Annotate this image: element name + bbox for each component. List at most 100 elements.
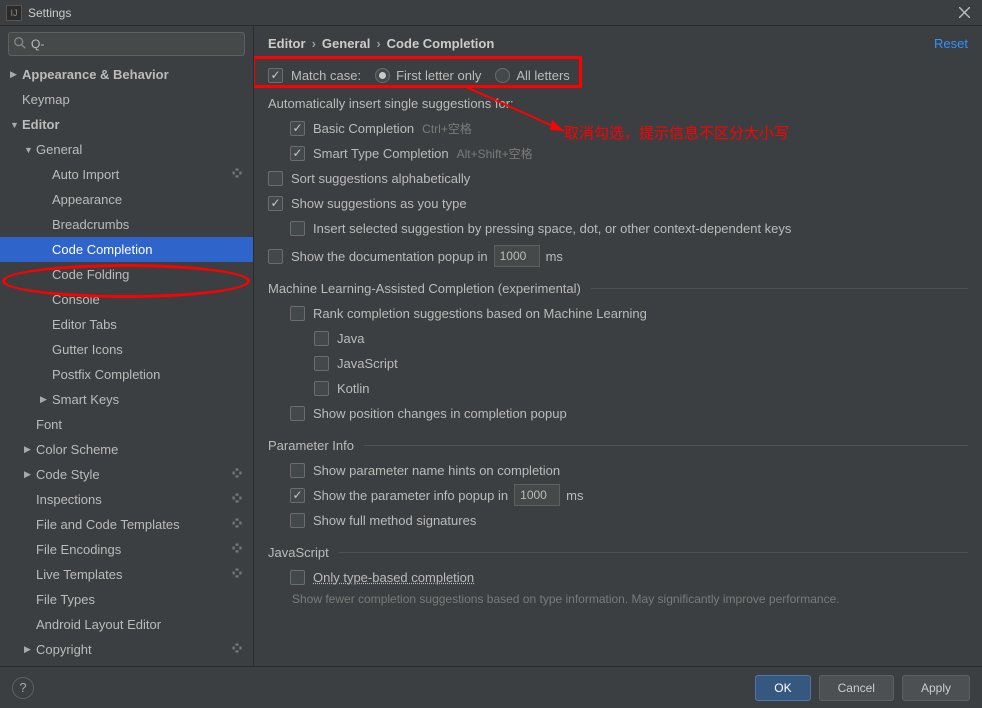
close-icon[interactable] — [952, 1, 976, 25]
title-bar: IJ Settings — [0, 0, 982, 26]
tree-item-file-encodings[interactable]: File Encodings — [0, 537, 253, 562]
settings-sidebar: ▶Appearance & BehaviorKeymap▼Editor▼Gene… — [0, 26, 254, 666]
param-popup-input[interactable] — [514, 484, 560, 506]
smart-completion-label: Smart Type Completion — [313, 146, 449, 161]
tree-item-breadcrumbs[interactable]: Breadcrumbs — [0, 212, 253, 237]
tree-item-smart-keys[interactable]: ▶Smart Keys — [0, 387, 253, 412]
param-popup-row: Show the parameter info popup in ms — [268, 484, 968, 506]
tree-item-postfix-completion[interactable]: Postfix Completion — [0, 362, 253, 387]
ml-kotlin-checkbox[interactable] — [314, 381, 329, 396]
tree-item-live-templates[interactable]: Live Templates — [0, 562, 253, 587]
tree-item-label: Appearance & Behavior — [22, 67, 253, 82]
settings-content: Editor › General › Code Completion Reset… — [254, 26, 982, 666]
tree-item-editor[interactable]: ▼Editor — [0, 112, 253, 137]
basic-completion-row: Basic Completion Ctrl+空格 — [268, 117, 968, 139]
tree-item-gutter-icons[interactable]: Gutter Icons — [0, 337, 253, 362]
doc-popup-input[interactable] — [494, 245, 540, 267]
tree-item-copyright[interactable]: ▶Copyright — [0, 637, 253, 662]
scope-icon — [231, 467, 243, 482]
scope-icon — [231, 517, 243, 532]
ok-button[interactable]: OK — [755, 675, 810, 701]
match-case-row: Match case: First letter only All letter… — [268, 64, 968, 86]
js-only-label: Only type-based completion — [313, 570, 474, 585]
tree-item-label: Code Style — [36, 467, 231, 482]
tree-item-editor-tabs[interactable]: Editor Tabs — [0, 312, 253, 337]
tree-arrow-icon: ▶ — [40, 394, 52, 405]
dialog-footer: ? OK Cancel Apply — [0, 666, 982, 708]
ml-section-label: Machine Learning-Assisted Completion (ex… — [268, 281, 581, 296]
tree-item-label: Gutter Icons — [52, 342, 253, 357]
tree-item-code-style[interactable]: ▶Code Style — [0, 462, 253, 487]
tree-item-font[interactable]: Font — [0, 412, 253, 437]
tree-arrow-icon: ▶ — [24, 644, 36, 655]
smart-completion-checkbox[interactable] — [290, 146, 305, 161]
ms-label: ms — [546, 249, 563, 264]
breadcrumb: Editor › General › Code Completion Reset — [268, 36, 968, 51]
sort-alpha-checkbox[interactable] — [268, 171, 283, 186]
param-hints-label: Show parameter name hints on completion — [313, 463, 560, 478]
tree-item-label: Postfix Completion — [52, 367, 253, 382]
tree-item-label: Copyright — [36, 642, 231, 657]
tree-item-label: Auto Import — [52, 167, 231, 182]
tree-item-label: Android Layout Editor — [36, 617, 253, 632]
tree-arrow-icon: ▼ — [10, 120, 22, 130]
tree-item-label: File Encodings — [36, 542, 231, 557]
tree-item-appearance[interactable]: Appearance — [0, 187, 253, 212]
apply-button[interactable]: Apply — [902, 675, 970, 701]
tree-item-android-layout-editor[interactable]: Android Layout Editor — [0, 612, 253, 637]
show-type-checkbox[interactable] — [268, 196, 283, 211]
tree-item-label: File and Code Templates — [36, 517, 231, 532]
ml-kotlin-row: Kotlin — [268, 377, 968, 399]
ml-java-checkbox[interactable] — [314, 331, 329, 346]
doc-popup-row: Show the documentation popup in ms — [268, 245, 968, 267]
tree-item-general[interactable]: ▼General — [0, 137, 253, 162]
first-letter-radio[interactable] — [375, 68, 390, 83]
scope-icon — [231, 167, 243, 182]
reset-link[interactable]: Reset — [934, 36, 968, 51]
js-only-checkbox[interactable] — [290, 570, 305, 585]
crumb-editor[interactable]: Editor — [268, 36, 306, 51]
param-hints-checkbox[interactable] — [290, 463, 305, 478]
js-section-label: JavaScript — [268, 545, 329, 560]
doc-popup-label: Show the documentation popup in — [291, 249, 488, 264]
first-letter-label: First letter only — [396, 68, 481, 83]
crumb-general[interactable]: General — [322, 36, 370, 51]
show-type-row: Show suggestions as you type — [268, 192, 968, 214]
settings-tree: ▶Appearance & BehaviorKeymap▼Editor▼Gene… — [0, 62, 253, 666]
search-box — [8, 32, 245, 56]
search-input[interactable] — [8, 32, 245, 56]
tree-item-console[interactable]: Console — [0, 287, 253, 312]
ml-section-header: Machine Learning-Assisted Completion (ex… — [268, 281, 968, 296]
ml-show-pos-label: Show position changes in completion popu… — [313, 406, 567, 421]
param-full-checkbox[interactable] — [290, 513, 305, 528]
js-only-desc: Show fewer completion suggestions based … — [268, 591, 968, 608]
insert-space-label: Insert selected suggestion by pressing s… — [313, 221, 791, 236]
tree-item-file-and-code-templates[interactable]: File and Code Templates — [0, 512, 253, 537]
param-full-label: Show full method signatures — [313, 513, 476, 528]
tree-item-code-completion[interactable]: Code Completion — [0, 237, 253, 262]
tree-arrow-icon: ▶ — [24, 469, 36, 480]
insert-space-checkbox[interactable] — [290, 221, 305, 236]
basic-completion-label: Basic Completion — [313, 121, 414, 136]
tree-item-color-scheme[interactable]: ▶Color Scheme — [0, 437, 253, 462]
tree-item-keymap[interactable]: Keymap — [0, 87, 253, 112]
basic-completion-checkbox[interactable] — [290, 121, 305, 136]
tree-item-inspections[interactable]: Inspections — [0, 487, 253, 512]
ml-rank-checkbox[interactable] — [290, 306, 305, 321]
tree-item-appearance-behavior[interactable]: ▶Appearance & Behavior — [0, 62, 253, 87]
scope-icon — [231, 642, 243, 657]
tree-item-label: Code Folding — [52, 267, 253, 282]
doc-popup-checkbox[interactable] — [268, 249, 283, 264]
match-case-label: Match case: — [291, 68, 361, 83]
tree-item-auto-import[interactable]: Auto Import — [0, 162, 253, 187]
tree-item-label: Keymap — [22, 92, 253, 107]
help-button[interactable]: ? — [12, 677, 34, 699]
tree-item-code-folding[interactable]: Code Folding — [0, 262, 253, 287]
tree-item-file-types[interactable]: File Types — [0, 587, 253, 612]
cancel-button[interactable]: Cancel — [819, 675, 894, 701]
param-popup-checkbox[interactable] — [290, 488, 305, 503]
all-letters-radio[interactable] — [495, 68, 510, 83]
match-case-checkbox[interactable] — [268, 68, 283, 83]
ml-show-pos-checkbox[interactable] — [290, 406, 305, 421]
ml-js-checkbox[interactable] — [314, 356, 329, 371]
